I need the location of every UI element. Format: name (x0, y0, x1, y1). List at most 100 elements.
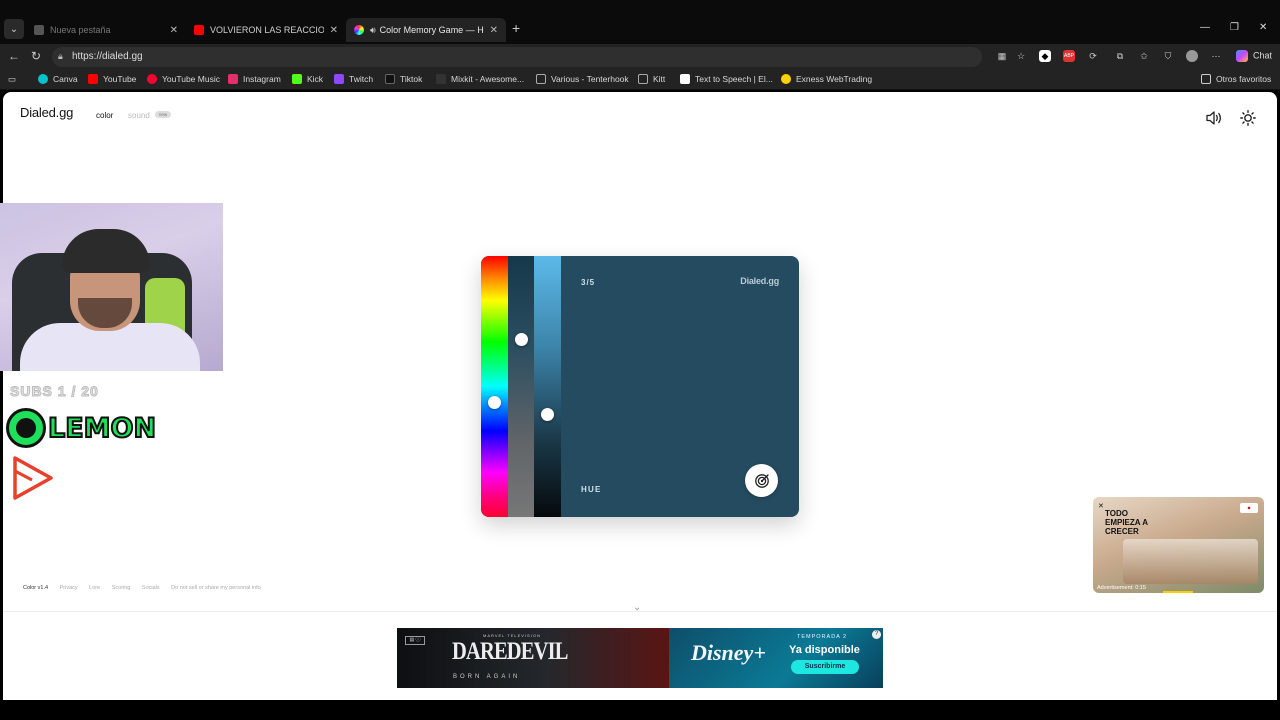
banner-ad[interactable]: ▤ ⓘ MARVEL TELEVISION DAREDEVIL BORN AGA… (397, 628, 883, 688)
video-ad[interactable]: ✕ ◆ TODO EMPIEZA A CRECER Advertisement:… (1093, 497, 1264, 593)
site-logo[interactable]: Dialed.gg (20, 105, 73, 120)
back-arrow-icon[interactable]: ← (8, 49, 20, 63)
new-tab-button[interactable]: + (512, 20, 520, 36)
bookmark-label: Mixkit - Awesome... (451, 74, 525, 84)
favorites-icon[interactable]: ✩ (1138, 50, 1150, 62)
bookmark-label: Text to Speech | El... (695, 74, 773, 84)
disney-ad[interactable]: Disney+ TEMPORADA 2 Ya disponible Suscri… (669, 628, 883, 688)
bookmark-exness[interactable]: Exness WebTrading (781, 74, 872, 84)
profile-avatar[interactable] (1186, 50, 1198, 62)
tiktok-icon (385, 74, 395, 84)
hue-slider[interactable] (481, 256, 508, 517)
reload-icon[interactable]: ↻ (31, 49, 41, 63)
bookmark-label: Twitch (349, 74, 374, 84)
close-window-icon[interactable]: ✕ (1259, 22, 1267, 33)
ad-close-icon[interactable]: ✕ (1098, 502, 1104, 510)
lock-icon: 🔒︎ (58, 51, 63, 61)
bookmark-kitt[interactable]: Kitt (638, 74, 665, 84)
ad-headline: Ya disponible (789, 644, 860, 656)
brightness-slider-handle[interactable] (541, 408, 554, 421)
apps-icon[interactable]: ▦ (996, 50, 1008, 62)
canva-icon (38, 74, 48, 84)
bookmark-label: Exness WebTrading (796, 74, 873, 84)
ad-season: TEMPORADA 2 (797, 634, 848, 640)
browser-essentials-icon[interactable]: ⛉ (1162, 50, 1174, 62)
chat-label: Chat (1253, 50, 1273, 61)
elevenlabs-icon (680, 74, 690, 84)
footer-do-not-sell[interactable]: Do not sell or share my personal info (171, 585, 261, 591)
disney-plus-logo: Disney+ (691, 640, 766, 665)
saturation-slider-handle[interactable] (515, 333, 528, 346)
other-favorites-label: Otros favoritos (1216, 74, 1272, 84)
close-tab-icon[interactable]: ✕ (330, 25, 338, 36)
bookmark-label: Canva (53, 74, 78, 84)
footer-version[interactable]: Color v1.4 (23, 585, 48, 591)
bookmark-youtube-music[interactable]: YouTube Music (147, 74, 220, 84)
video-ad-meta: Advertisement: 0:15 (1097, 585, 1146, 591)
url-text: https://dialed.gg (72, 51, 143, 62)
close-tab-icon[interactable]: ✕ (170, 25, 178, 36)
other-favorites[interactable]: Otros favoritos (1201, 74, 1271, 84)
tab-favicon-icon (34, 25, 44, 35)
extension-puzzle-icon[interactable]: ⟳ (1087, 50, 1099, 62)
adblock-icon[interactable]: ABP (1063, 50, 1075, 62)
brightness-slider[interactable] (534, 256, 561, 517)
nav-color[interactable]: color (96, 111, 113, 120)
new-badge: new (155, 111, 171, 118)
footer-links: Color v1.4 Privacy Lore Scoring Socials … (23, 585, 271, 591)
tab-youtube[interactable]: VOLVIERON LAS REACCIONES • D ✕ (186, 18, 346, 42)
bookmark-tenterhook[interactable]: Various - Tenterhook (536, 74, 629, 84)
bookmark-label: YouTube (103, 74, 137, 84)
bookmark-label: Various - Tenterhook (551, 74, 629, 84)
bookmark-canva[interactable]: Canva (38, 74, 78, 84)
video-ad-headline: TODO EMPIEZA A CRECER (1105, 509, 1148, 536)
copilot-chat-button[interactable]: Chat (1236, 50, 1272, 62)
divider (3, 611, 1277, 612)
reading-view-icon[interactable]: ▭ (8, 74, 16, 85)
bookmark-kick[interactable]: Kick (292, 74, 323, 84)
submit-button[interactable] (745, 464, 778, 497)
bookmark-instagram[interactable]: Instagram (228, 74, 281, 84)
split-screen-icon[interactable]: ⧉ (1114, 50, 1126, 62)
more-menu-icon[interactable]: ⋯ (1210, 50, 1222, 62)
bookmarks-bar: ▭ Canva YouTube YouTube Music Instagram … (0, 70, 1280, 90)
exness-icon (781, 74, 791, 84)
volume-icon[interactable] (1205, 110, 1223, 126)
video-ad-progress (1163, 591, 1193, 593)
ad-scene (1123, 539, 1258, 584)
tab-color-memory-game[interactable]: 🔊︎ Color Memory Game — How ✕ (346, 18, 506, 42)
close-tab-icon[interactable]: ✕ (490, 25, 498, 36)
kitt-icon (638, 74, 648, 84)
saturation-slider[interactable] (508, 256, 534, 517)
tab-list-menu[interactable]: ⌄ (4, 19, 24, 39)
footer-socials[interactable]: Socials (142, 585, 160, 591)
daredevil-ad[interactable]: ▤ ⓘ MARVEL TELEVISION DAREDEVIL BORN AGA… (397, 628, 669, 688)
subscribe-button[interactable]: Suscribirme (791, 660, 859, 674)
bookmark-text-to-speech[interactable]: Text to Speech | El... (680, 74, 773, 84)
favorite-star-icon[interactable]: ☆ (1015, 50, 1027, 62)
restore-icon[interactable]: ❐ (1230, 22, 1239, 33)
nav-sound[interactable]: sound (128, 111, 150, 120)
tab-new-tab[interactable]: Nueva pestaña ✕ (26, 18, 186, 42)
bookmark-youtube[interactable]: YouTube (88, 74, 136, 84)
browser-tab-bar: ⌄ Nueva pestaña ✕ VOLVIERON LAS REACCION… (0, 0, 1280, 44)
ad-info-icon[interactable]: ▤ ⓘ (405, 636, 425, 645)
game-card: 3/5 Dialed.gg HUE (481, 256, 799, 517)
sun-icon[interactable] (1240, 110, 1256, 126)
instagram-icon (228, 74, 238, 84)
bookmark-tiktok[interactable]: Tiktok (385, 74, 422, 84)
mode-label: HUE (581, 485, 602, 494)
lemon-icon (6, 408, 46, 448)
dialed-favicon-icon (354, 25, 364, 35)
footer-scoring[interactable]: Scoring (112, 585, 131, 591)
bookmark-twitch[interactable]: Twitch (334, 74, 373, 84)
bookmark-label: Kick (307, 74, 324, 84)
address-bar[interactable]: 🔒︎ https://dialed.gg (52, 47, 982, 67)
footer-privacy[interactable]: Privacy (60, 585, 78, 591)
extension-icon[interactable]: ◆ (1039, 50, 1051, 62)
footer-lore[interactable]: Lore (89, 585, 100, 591)
minimize-icon[interactable]: — (1200, 22, 1210, 33)
hue-slider-handle[interactable] (488, 396, 501, 409)
ad-close-icon[interactable]: ? (872, 630, 881, 639)
bookmark-mixkit[interactable]: Mixkit - Awesome... (436, 74, 524, 84)
